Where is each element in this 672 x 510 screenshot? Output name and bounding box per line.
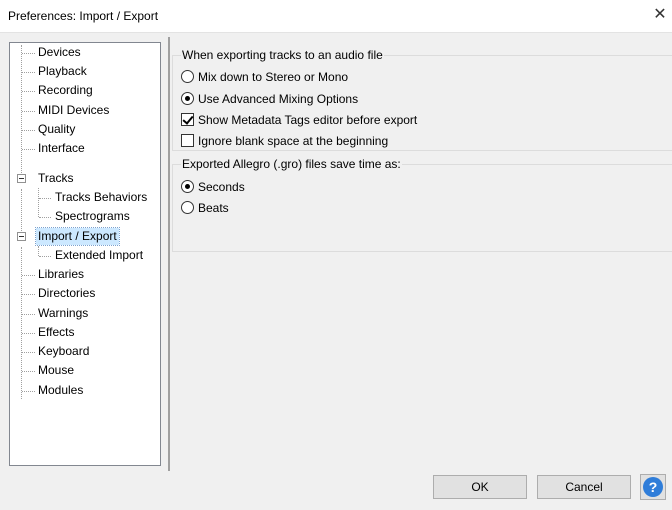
help-button[interactable]: ? xyxy=(640,474,666,500)
tree-item-recording[interactable]: Recording xyxy=(36,82,95,99)
tree-line xyxy=(39,217,51,218)
mix-down-radio-indicator[interactable] xyxy=(181,70,194,83)
tree-item-modules[interactable]: Modules xyxy=(36,382,85,399)
tree-line xyxy=(22,53,35,54)
seconds-radio[interactable]: Seconds xyxy=(181,178,245,195)
tree-item-warnings[interactable]: Warnings xyxy=(36,305,90,322)
allegro-group-title: Exported Allegro (.gro) files save time … xyxy=(181,156,402,172)
tree-line xyxy=(39,198,51,199)
seconds-radio-indicator[interactable] xyxy=(181,180,194,193)
tree-line xyxy=(22,111,35,112)
ignore-blank-label: Ignore blank space at the beginning xyxy=(198,133,389,148)
tree-item-extended-import[interactable]: Extended Import xyxy=(53,247,145,264)
tree-line xyxy=(22,333,35,334)
preferences-tree[interactable]: Devices Playback Recording MIDI Devices … xyxy=(9,42,161,466)
title-bar: Preferences: Import / Export ✕ xyxy=(0,0,672,32)
seconds-label: Seconds xyxy=(198,179,245,194)
tree-line xyxy=(22,294,35,295)
tree-item-tracks[interactable]: Tracks xyxy=(36,170,76,187)
metadata-editor-checkbox[interactable]: Show Metadata Tags editor before export xyxy=(181,111,417,128)
tree-line xyxy=(22,391,35,392)
tree-item-directories[interactable]: Directories xyxy=(36,285,97,302)
tree-item-playback[interactable]: Playback xyxy=(36,63,89,80)
tree-line xyxy=(22,130,35,131)
tree-line xyxy=(22,72,35,73)
advanced-mixing-radio[interactable]: Use Advanced Mixing Options xyxy=(181,90,358,107)
ignore-blank-checkbox[interactable]: Ignore blank space at the beginning xyxy=(181,132,388,149)
beats-label: Beats xyxy=(198,200,229,215)
tree-line xyxy=(39,256,51,257)
tree-line xyxy=(38,246,39,256)
mix-down-radio[interactable]: Mix down to Stereo or Mono xyxy=(181,68,348,85)
tree-item-effects[interactable]: Effects xyxy=(36,324,76,341)
advanced-mixing-label: Use Advanced Mixing Options xyxy=(198,91,359,106)
close-icon[interactable]: ✕ xyxy=(650,4,670,26)
ignore-blank-checkbox-indicator[interactable] xyxy=(181,134,194,147)
tree-item-midi-devices[interactable]: MIDI Devices xyxy=(36,102,111,119)
tree-item-mouse[interactable]: Mouse xyxy=(36,362,76,379)
tree-item-interface[interactable]: Interface xyxy=(36,140,87,157)
export-group-title: When exporting tracks to an audio file xyxy=(181,47,384,63)
collapse-tracks-icon[interactable] xyxy=(17,174,26,183)
tree-item-keyboard[interactable]: Keyboard xyxy=(36,343,91,360)
collapse-import-export-icon[interactable] xyxy=(17,232,26,241)
tree-item-libraries[interactable]: Libraries xyxy=(36,266,86,283)
tree-item-import-export[interactable]: Import / Export xyxy=(35,227,120,246)
splitter-handle[interactable] xyxy=(168,37,170,471)
tree-line xyxy=(22,314,35,315)
tree-item-quality[interactable]: Quality xyxy=(36,121,77,138)
metadata-editor-label: Show Metadata Tags editor before export xyxy=(198,112,418,127)
dialog-client-area: Devices Playback Recording MIDI Devices … xyxy=(0,32,672,510)
allegro-options-group: Exported Allegro (.gro) files save time … xyxy=(172,156,672,252)
tree-item-tracks-behaviors[interactable]: Tracks Behaviors xyxy=(53,189,149,206)
beats-radio-indicator[interactable] xyxy=(181,201,194,214)
window-title: Preferences: Import / Export xyxy=(8,9,159,23)
tree-line xyxy=(21,247,22,399)
cancel-button[interactable]: Cancel xyxy=(537,475,631,499)
mix-down-label: Mix down to Stereo or Mono xyxy=(198,69,349,84)
tree-line xyxy=(22,91,35,92)
metadata-editor-checkbox-indicator[interactable] xyxy=(181,113,194,126)
ok-button[interactable]: OK xyxy=(433,475,527,499)
advanced-mixing-radio-indicator[interactable] xyxy=(181,92,194,105)
tree-line xyxy=(22,371,35,372)
tree-line xyxy=(38,188,39,217)
help-icon: ? xyxy=(643,477,663,497)
beats-radio[interactable]: Beats xyxy=(181,199,229,216)
tree-line xyxy=(22,275,35,276)
tree-line xyxy=(22,149,35,150)
export-options-group: When exporting tracks to an audio file M… xyxy=(172,47,672,151)
tree-item-devices[interactable]: Devices xyxy=(36,44,83,61)
tree-line xyxy=(22,352,35,353)
tree-line xyxy=(21,45,22,181)
tree-item-spectrograms[interactable]: Spectrograms xyxy=(53,208,132,225)
